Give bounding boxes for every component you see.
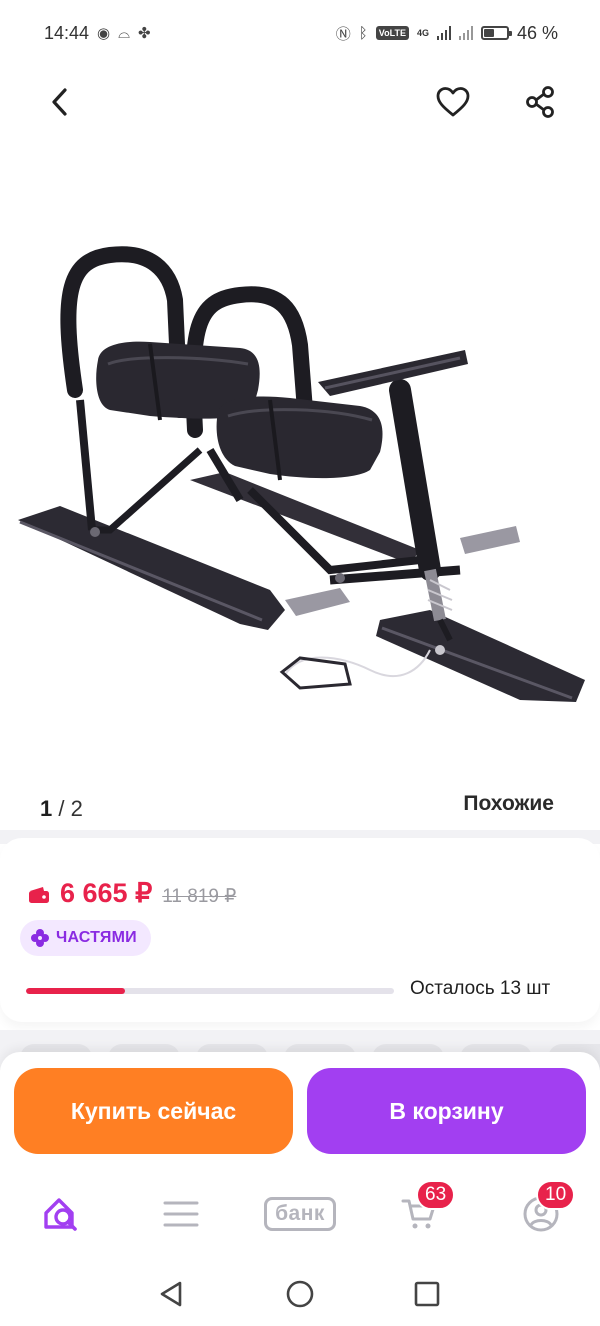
incognito-icon: ⌓ [118,24,131,42]
system-back-button[interactable] [154,1278,188,1310]
profile-notifications-badge: 10 [536,1180,576,1210]
tab-profile[interactable]: 10 [518,1180,576,1238]
buy-now-button[interactable]: Купить сейчас [14,1068,293,1154]
status-left: 14:44 ◉ ⌓ ✤ [44,23,151,44]
purchase-actions: Купить сейчас В корзину [0,1052,600,1168]
nfc-icon: Ⓝ [335,25,351,43]
add-to-cart-button[interactable]: В корзину [307,1068,586,1154]
image-counter: 1 / 2 [40,796,83,821]
similar-products-link[interactable]: Похожие [463,792,554,816]
price-card: 6 665 ₽ 11 819 ₽ ЧАСТЯМИ Осталось 13 шт [0,838,600,1022]
gallery-meta: 1 / 2 Похожие [0,780,600,830]
heart-icon [436,87,470,117]
square-recents-icon [414,1281,440,1307]
image-counter-current: 1 [40,796,53,821]
status-right: Ⓝ ᛒ VoLTE 4G 46 % [336,23,558,44]
cart-count-badge: 63 [416,1180,456,1210]
tab-home-search[interactable] [38,1190,84,1238]
image-counter-total: 2 [70,796,83,821]
circle-home-icon [286,1280,314,1308]
back-button[interactable] [40,82,80,122]
chevron-left-icon [52,88,67,116]
share-button[interactable] [520,82,560,122]
system-home-button[interactable] [283,1278,317,1310]
favorite-button[interactable] [432,82,474,122]
stock-progress-track [26,988,394,994]
tab-bank[interactable]: банк [256,1190,344,1238]
app-notification-icon: ◉ [97,25,111,42]
fan-icon: ✤ [138,25,151,42]
installments-label: ЧАСТЯМИ [56,929,137,946]
bluetooth-icon: ᛒ [358,24,368,42]
product-image-snow-scooter [18,246,585,702]
status-time: 14:44 [44,22,90,43]
clover-icon [31,929,49,947]
signal-icon [436,26,451,40]
price-old: 11 819 ₽ [162,886,237,907]
price-row: 6 665 ₽ 11 819 ₽ [28,878,236,909]
system-recents-button[interactable] [410,1278,444,1310]
top-nav [0,66,600,138]
wallet-icon [29,887,49,903]
price-current: 6 665 ₽ [60,878,153,908]
stock-progress-fill [26,988,126,994]
system-navigation [0,1260,600,1326]
product-gallery[interactable] [0,150,600,770]
menu-icon [163,1201,199,1227]
stock-progress: Осталось 13 шт [26,978,586,1008]
network-type: 4G [416,28,429,38]
battery-percent: 46 % [516,22,558,43]
tab-bank-label: банк [264,1197,336,1231]
share-icon [526,86,554,118]
battery-icon [480,26,512,40]
triangle-back-icon [160,1281,182,1307]
installments-badge[interactable]: ЧАСТЯМИ [20,920,151,956]
volte-icon: VoLTE [375,26,409,40]
status-bar: 14:44 ◉ ⌓ ✤ Ⓝ ᛒ VoLTE 4G 46 % [0,0,600,66]
signal-icon-sim2 [458,26,473,40]
home-search-icon [44,1198,77,1231]
bottom-tab-bar: банк 63 10 [0,1168,600,1260]
tab-catalog[interactable] [158,1190,204,1238]
stock-remaining: Осталось 13 шт [410,978,551,999]
tab-cart[interactable]: 63 [396,1180,456,1238]
